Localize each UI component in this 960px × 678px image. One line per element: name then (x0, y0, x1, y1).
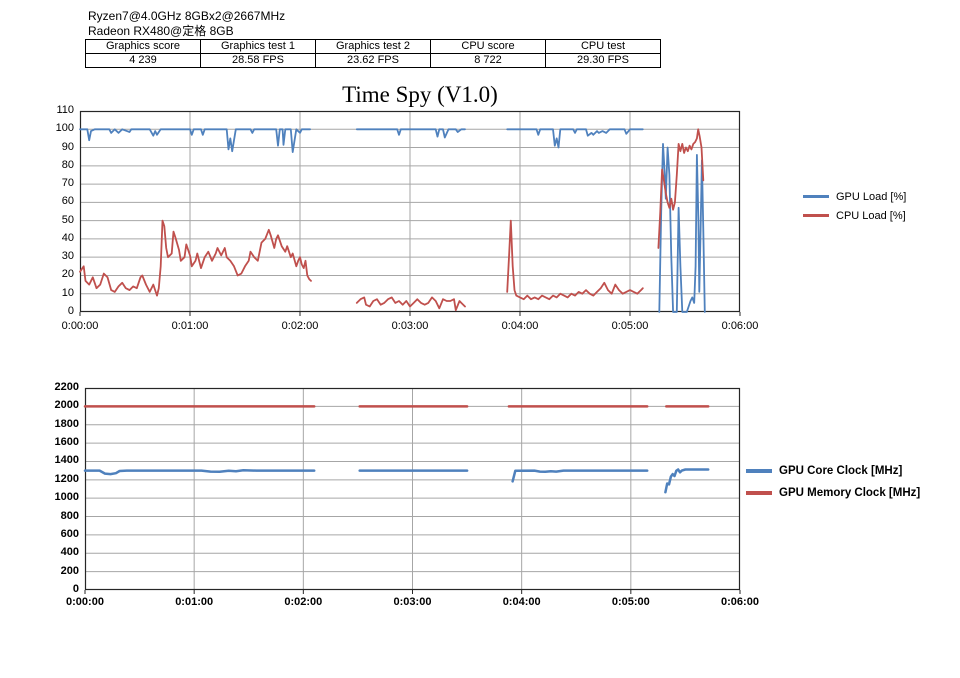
load-chart-x-tick-label: 0:00:00 (48, 320, 112, 333)
score-table-value-row: 4 239 28.58 FPS 23.62 FPS 8 722 29.30 FP… (86, 54, 661, 68)
clock-chart-y-tick-label: 1400 (25, 454, 79, 467)
clock-chart-y-tick-label: 1200 (25, 473, 79, 486)
load-chart-canvas (80, 111, 740, 318)
cpu-load-legend-label: CPU Load [%] (836, 210, 906, 222)
clock-chart-legend: GPU Core Clock [MHz] GPU Memory Clock [M… (746, 460, 920, 504)
system-info-gpu: Radeon RX480@定格 8GB (88, 24, 234, 38)
gpu-memory-clock-legend-label: GPU Memory Clock [MHz] (779, 487, 920, 499)
clock-chart-canvas (85, 388, 740, 596)
clock-chart-y-tick-label: 0 (25, 583, 79, 596)
load-chart-y-tick-label: 70 (20, 177, 74, 190)
score-table-header-row: Graphics score Graphics test 1 Graphics … (86, 40, 661, 54)
val-cpu-score: 8 722 (431, 54, 546, 68)
val-cpu-test: 29.30 FPS (546, 54, 661, 68)
load-chart-series-line (357, 129, 465, 137)
chart-title: Time Spy (V1.0) (80, 82, 760, 108)
gpu-memory-clock-line-sample (746, 491, 772, 495)
legend-item-core-clock: GPU Core Clock [MHz] (746, 460, 920, 482)
load-chart-x-tick-label: 0:04:00 (488, 320, 552, 333)
clock-chart-series-line (85, 470, 314, 474)
load-chart-series-line (357, 297, 465, 310)
col-graphics-score: Graphics score (86, 40, 201, 54)
gpu-core-clock-legend-label: GPU Core Clock [MHz] (779, 465, 902, 477)
legend-item-memory-clock: GPU Memory Clock [MHz] (746, 482, 920, 504)
load-chart-x-tick-label: 0:06:00 (708, 320, 772, 333)
clock-chart-y-tick-label: 2200 (25, 381, 79, 394)
legend-item-cpu-load: CPU Load [%] (803, 206, 906, 225)
load-chart-series-line (80, 221, 311, 296)
load-chart-series-line (507, 221, 643, 300)
system-info-cpu: Ryzen7@4.0GHz 8GBx2@2667MHz (88, 9, 285, 23)
load-chart-x-tick-label: 0:02:00 (268, 320, 332, 333)
score-table: Graphics score Graphics test 1 Graphics … (85, 39, 661, 68)
load-chart-legend: GPU Load [%] CPU Load [%] (803, 187, 906, 225)
clock-chart-y-tick-label: 2000 (25, 399, 79, 412)
load-chart-x-tick-label: 0:01:00 (158, 320, 222, 333)
load-chart-y-tick-label: 50 (20, 214, 74, 227)
load-chart-y-tick-label: 110 (20, 104, 74, 117)
gpu-load-line-sample (803, 195, 829, 198)
clock-chart-y-tick-label: 400 (25, 546, 79, 559)
load-chart-y-tick-label: 20 (20, 268, 74, 281)
load-chart-y-tick-label: 0 (20, 305, 74, 318)
benchmark-report-page: Ryzen7@4.0GHz 8GBx2@2667MHz Radeon RX480… (0, 0, 960, 678)
load-chart-y-tick-label: 80 (20, 159, 74, 172)
col-graphics-test2: Graphics test 2 (316, 40, 431, 54)
clock-chart-y-tick-label: 200 (25, 565, 79, 578)
clock-chart-y-tick-label: 600 (25, 528, 79, 541)
clock-chart-x-tick-label: 0:01:00 (162, 596, 226, 609)
load-chart-y-tick-label: 60 (20, 195, 74, 208)
load-chart-y-tick-label: 30 (20, 250, 74, 263)
gpu-load-legend-label: GPU Load [%] (836, 191, 906, 203)
load-chart-y-tick-label: 40 (20, 232, 74, 245)
load-chart-x-tick-label: 0:03:00 (378, 320, 442, 333)
load-chart-y-tick-label: 90 (20, 141, 74, 154)
legend-item-gpu-load: GPU Load [%] (803, 187, 906, 206)
load-chart-y-tick-label: 10 (20, 287, 74, 300)
clock-chart-x-tick-label: 0:06:00 (708, 596, 772, 609)
val-graphics-score: 4 239 (86, 54, 201, 68)
clock-chart-y-tick-label: 1600 (25, 436, 79, 449)
clock-chart-series-line (665, 470, 708, 493)
load-chart-series-line (659, 144, 705, 312)
clock-chart-y-tick-label: 800 (25, 510, 79, 523)
clock-chart-x-tick-label: 0:04:00 (490, 596, 554, 609)
clock-chart-y-tick-label: 1800 (25, 418, 79, 431)
load-chart-y-tick-label: 100 (20, 122, 74, 135)
load-chart-x-tick-label: 0:05:00 (598, 320, 662, 333)
clock-chart-x-tick-label: 0:05:00 (599, 596, 663, 609)
col-cpu-test: CPU test (546, 40, 661, 54)
clock-chart-x-tick-label: 0:03:00 (381, 596, 445, 609)
col-cpu-score: CPU score (431, 40, 546, 54)
col-graphics-test1: Graphics test 1 (201, 40, 316, 54)
clock-chart-y-tick-label: 1000 (25, 491, 79, 504)
load-chart-series-line (80, 129, 310, 152)
clock-chart-x-tick-label: 0:02:00 (271, 596, 335, 609)
val-graphics-test2: 23.62 FPS (316, 54, 431, 68)
cpu-load-line-sample (803, 214, 829, 217)
load-chart-series-line (507, 129, 643, 147)
val-graphics-test1: 28.58 FPS (201, 54, 316, 68)
clock-chart-x-tick-label: 0:00:00 (53, 596, 117, 609)
gpu-core-clock-line-sample (746, 469, 772, 473)
